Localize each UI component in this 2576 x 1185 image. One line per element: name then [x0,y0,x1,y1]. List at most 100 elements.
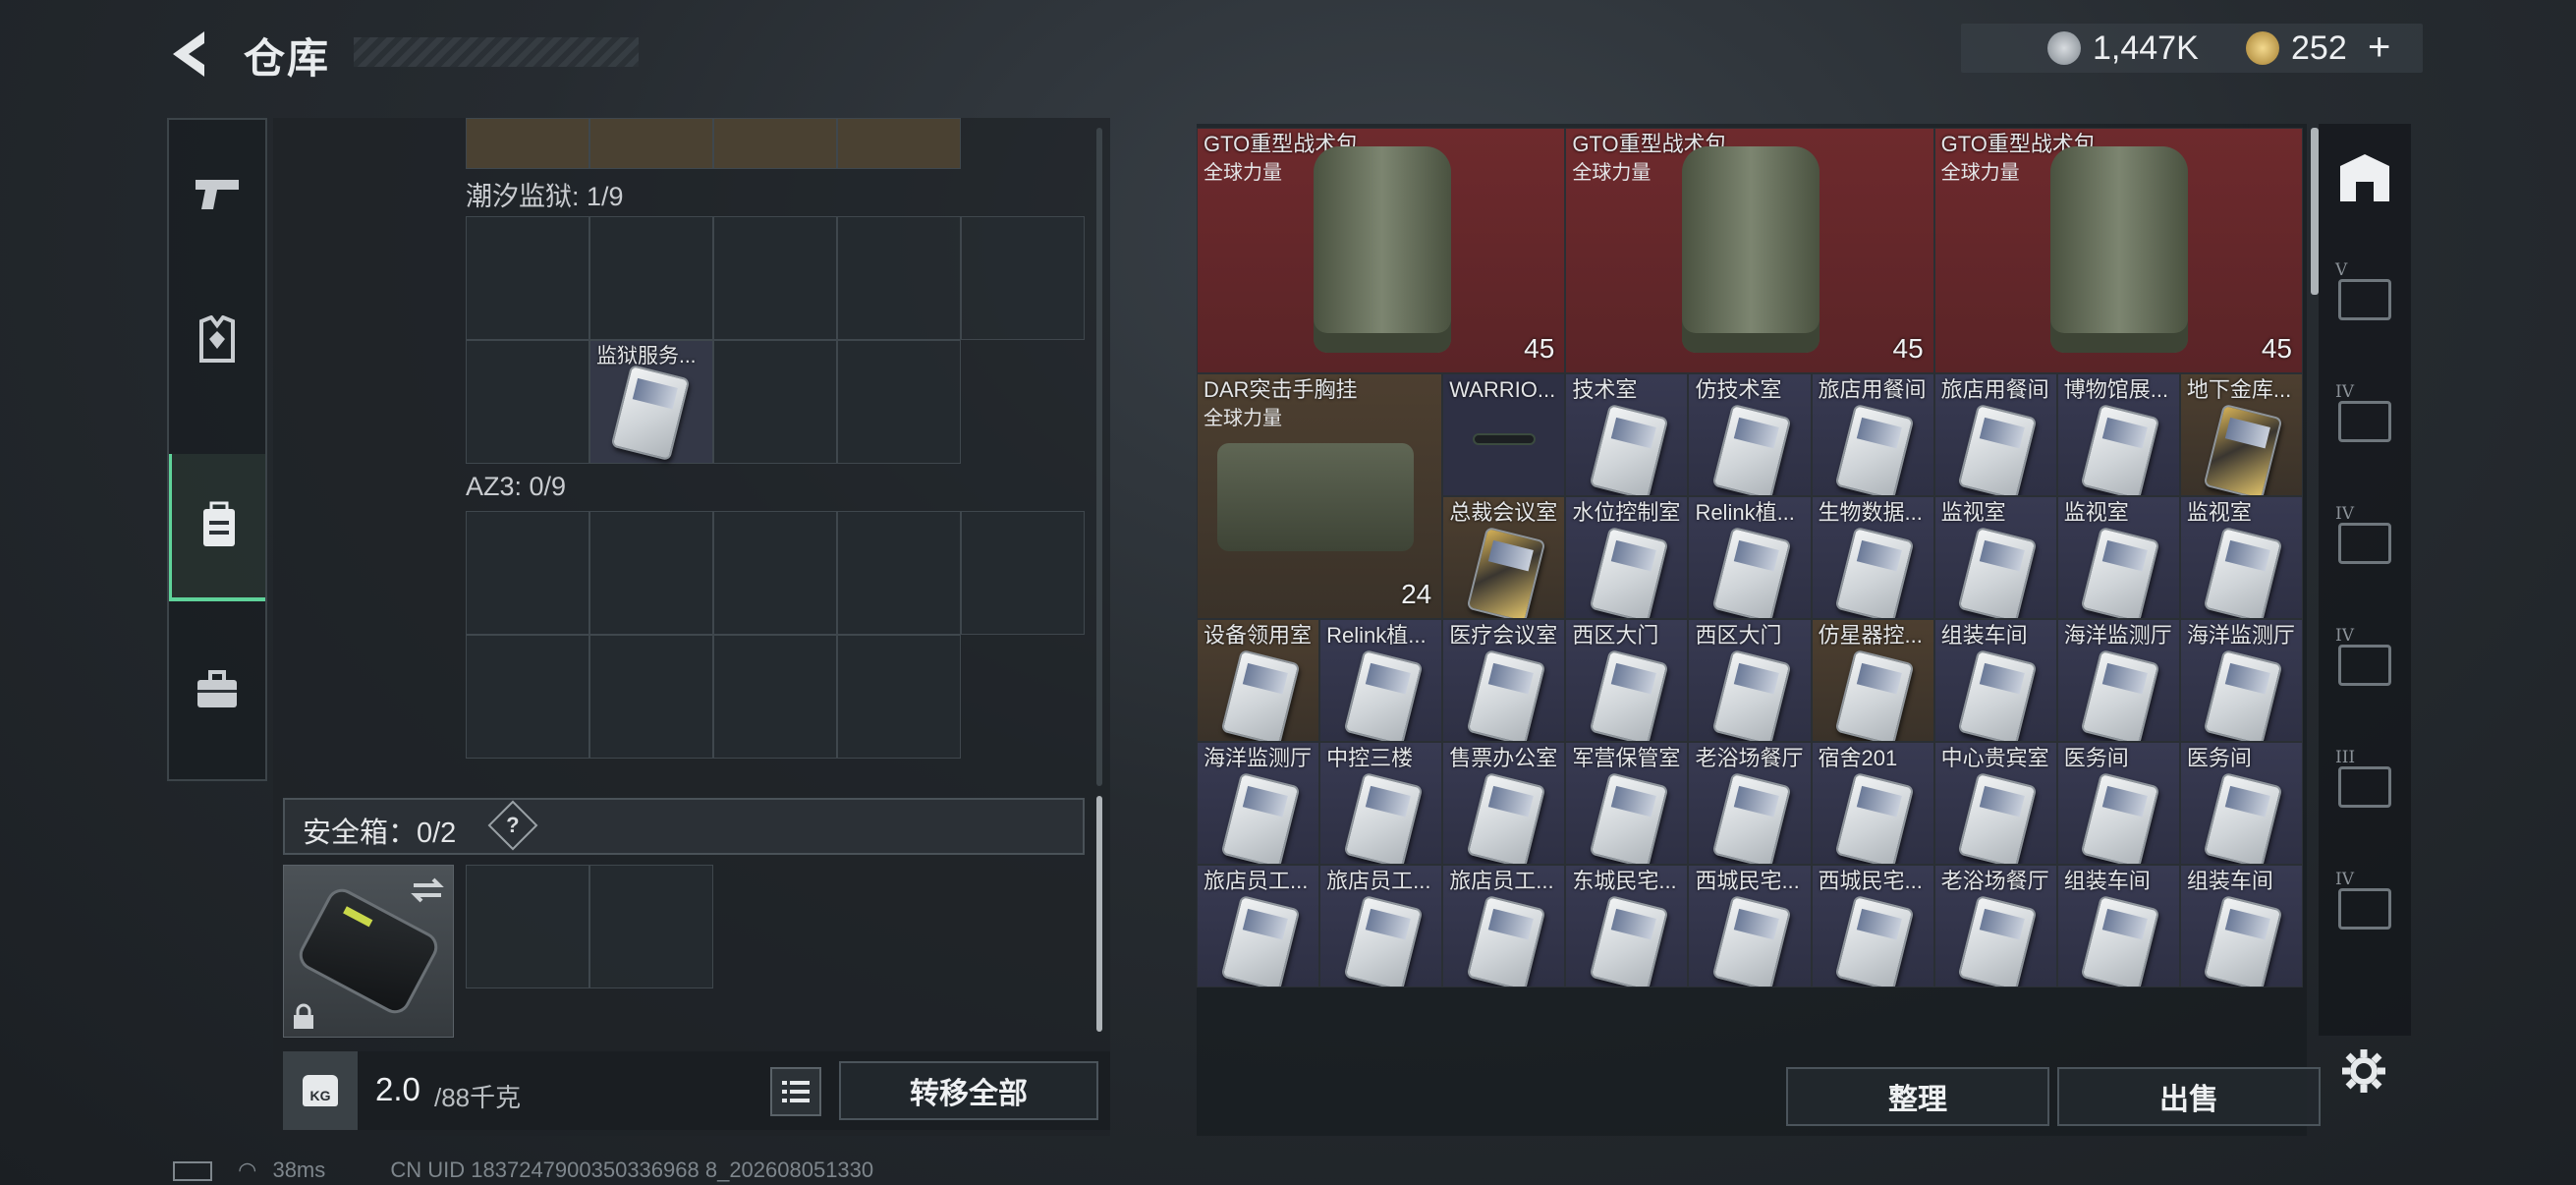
backpack-item[interactable]: GTO重型战术包 全球力量 45 [1565,128,1934,373]
grid-cell[interactable] [466,216,589,340]
swap-icon[interactable] [410,875,445,905]
grid-cell[interactable] [837,118,961,169]
keycard-item[interactable]: 仿星器控... [1811,619,1934,742]
keycard-item[interactable]: Relink植... [1319,619,1443,742]
keycard-item[interactable]: 技术室 [1565,373,1689,496]
keycard-item[interactable]: Relink植... [1688,496,1812,619]
keycard-item[interactable]: 博物馆展... [2056,373,2180,496]
filter-tab-2[interactable]: IV [2319,367,2411,476]
keycard-item[interactable]: 总裁会议室 [1442,496,1566,619]
keycard-item[interactable]: 西城民宅... [1688,865,1812,988]
filter-tab-0[interactable] [2319,124,2411,232]
keycard-item[interactable]: 旅店用餐间 [1933,373,2057,496]
grid-cell[interactable] [837,340,961,464]
filter-tab-6[interactable]: IV [2319,855,2411,963]
grid-cell[interactable] [713,511,837,635]
keycard-item[interactable]: 医务间 [2179,742,2303,865]
keycard-item[interactable]: 地下金库... [2179,373,2303,496]
item-name: Relink植... [1326,623,1427,648]
tier5-case-icon: V [2335,260,2391,320]
stash-scrollbar[interactable] [2311,128,2319,295]
add-gold-button[interactable]: + [2368,26,2390,70]
keycard-item[interactable]: 老浴场餐厅 [1688,742,1812,865]
prison-keycard-item[interactable]: 监狱服务... [589,340,713,464]
keycard-item[interactable]: 中心贵宾室 [1933,742,2057,865]
filter-tab-1[interactable]: V [2319,246,2411,354]
keycard-item[interactable]: 中控三楼 [1319,742,1443,865]
keycard-item[interactable]: 西区大门 [1565,619,1689,742]
grid-cell[interactable] [837,511,961,635]
safe-box-slot[interactable] [589,865,713,988]
safe-box-item[interactable] [283,865,454,1038]
backpack-item[interactable]: GTO重型战术包 全球力量 45 [1197,128,1566,373]
keycard-item[interactable]: 旅店员工... [1442,865,1566,988]
backpack-item[interactable]: GTO重型战术包 全球力量 45 [1933,128,2303,373]
keycard-item[interactable]: 军营保管室 [1565,742,1689,865]
keycard-item[interactable]: 仿技术室 [1688,373,1812,496]
uid-text: CN UID 1837247900350336968 8_20260805133… [390,1157,874,1182]
grid-cell[interactable] [961,216,1085,340]
tab-cases[interactable] [169,616,265,763]
safe-box-slot[interactable] [466,865,589,988]
keycard-item[interactable]: 医疗会议室 [1442,619,1566,742]
keycard-item[interactable]: 老浴场餐厅 [1933,865,2057,988]
transfer-all-button[interactable]: 转移全部 [839,1061,1098,1120]
help-icon[interactable]: ? [487,800,538,851]
keycard-item[interactable]: 旅店员工... [1197,865,1320,988]
settings-gear-icon[interactable] [2340,1047,2387,1095]
item-name: 仿星器控... [1818,623,1923,648]
keycard-item[interactable]: 设备领用室 [1197,619,1320,742]
keycard-item[interactable]: 东城民宅... [1565,865,1689,988]
keycard-item[interactable]: 水位控制室 [1565,496,1689,619]
grid-cell[interactable] [589,635,713,759]
keycard-item[interactable]: 组装车间 [2179,865,2303,988]
keycard-item[interactable]: 生物数据... [1811,496,1934,619]
scrollbar-thumb[interactable] [1096,796,1102,1032]
list-view-button[interactable] [770,1067,821,1116]
grid-cell[interactable] [466,118,589,169]
flashlight-item[interactable]: WARRIO... [1442,373,1566,496]
keycard-item[interactable]: 监视室 [1933,496,2057,619]
keycard-item[interactable]: 宿舍201 [1811,742,1934,865]
grid-cell[interactable] [837,216,961,340]
keycard-item[interactable]: 海洋监测厅 [2179,619,2303,742]
gold-amount: 252 [2291,29,2347,67]
filter-tab-3[interactable]: IV [2319,489,2411,597]
grid-cell[interactable] [466,635,589,759]
keycard-item[interactable]: 监视室 [2179,496,2303,619]
keycard-item[interactable]: 西区大门 [1688,619,1812,742]
keycard-item[interactable]: 组装车间 [1933,619,2057,742]
keycard-item[interactable]: 售票办公室 [1442,742,1566,865]
tab-armor[interactable] [169,267,265,415]
keycard-item[interactable]: 海洋监测厅 [2056,619,2180,742]
keycard-item[interactable]: 海洋监测厅 [1197,742,1320,865]
grid-cell[interactable] [713,118,837,169]
tab-backpacks[interactable] [169,454,265,601]
grid-cell[interactable] [589,216,713,340]
grid-cell[interactable] [466,511,589,635]
grid-cell[interactable] [466,340,589,464]
grid-cell[interactable] [589,511,713,635]
grid-cell[interactable] [713,216,837,340]
tab-weapons[interactable] [169,120,265,267]
sell-button[interactable]: 出售 [2057,1067,2321,1126]
grid-cell[interactable] [837,635,961,759]
keycard-item[interactable]: 监视室 [2056,496,2180,619]
keycard-item[interactable]: 西城民宅... [1811,865,1934,988]
keycard-item[interactable]: 组装车间 [2056,865,2180,988]
grid-cell[interactable] [713,340,837,464]
back-arrow-icon[interactable] [165,28,214,81]
grid-cell[interactable] [961,511,1085,635]
filter-tab-5[interactable]: III [2319,733,2411,841]
chest-rig-item[interactable]: DAR突击手胸挂 全球力量 24 [1197,373,1443,619]
grid-cell[interactable] [589,118,713,169]
filter-tab-4[interactable]: IV [2319,611,2411,719]
keycard-icon [1957,526,2038,618]
keycard-item[interactable]: 旅店员工... [1319,865,1443,988]
keycard-item[interactable]: 医务间 [2056,742,2180,865]
item-name: 西城民宅... [1695,869,1800,893]
keycard-item[interactable]: 旅店用餐间 [1811,373,1934,496]
sort-button[interactable]: 整理 [1786,1067,2049,1126]
scrollbar-track[interactable] [1096,128,1102,786]
grid-cell[interactable] [713,635,837,759]
